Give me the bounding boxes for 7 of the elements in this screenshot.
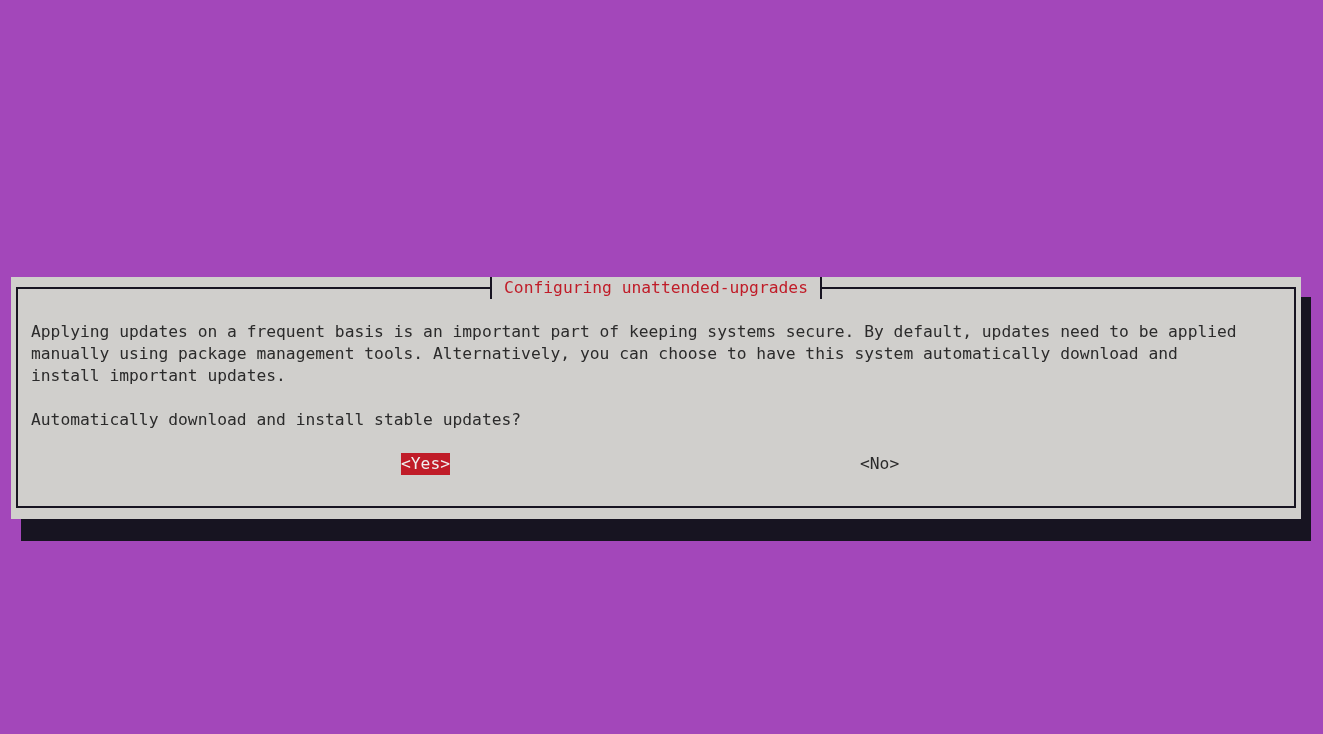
dialog-title: Configuring unattended-upgrades bbox=[490, 277, 822, 299]
question-text: Automatically download and install stable updates? bbox=[31, 409, 522, 431]
message-text: Applying updates on a frequent basis is an important part of keeping systems secure. By default, updates need to be applied bbox=[31, 321, 1237, 343]
dialog-button[interactable]: <Yes> bbox=[401, 453, 450, 475]
message-text: manually using package management tools. Alternatively, you can choose to have this system automatically download and bbox=[31, 343, 1178, 365]
dialog-button[interactable]: <No> bbox=[860, 453, 900, 475]
message-text: install important updates. bbox=[31, 365, 286, 387]
